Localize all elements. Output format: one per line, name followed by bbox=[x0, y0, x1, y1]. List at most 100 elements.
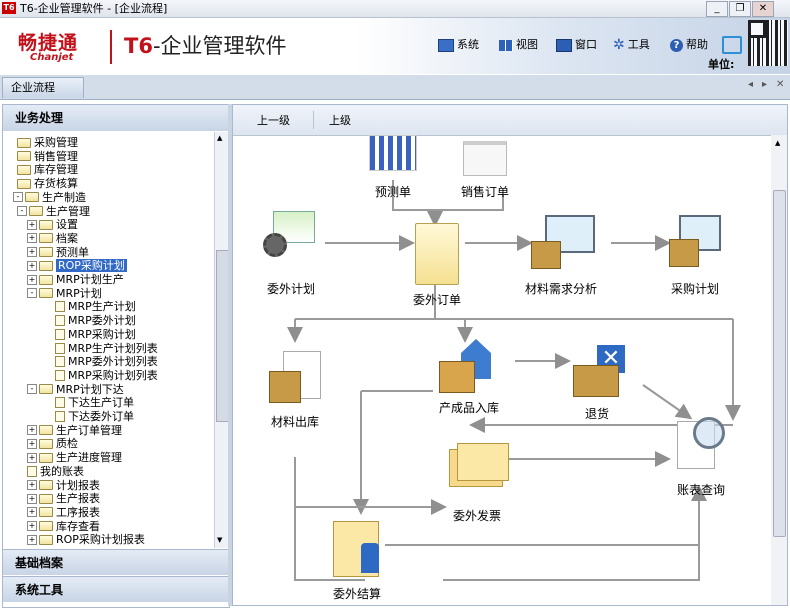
node-outsource-plan[interactable]: 委外计划 bbox=[267, 280, 315, 297]
tree-item[interactable]: - 生产管理 bbox=[17, 205, 90, 218]
expand-icon[interactable]: + bbox=[27, 521, 37, 532]
tree-item[interactable]: 我的账表 bbox=[27, 465, 84, 478]
tree-item[interactable]: + 生产进度管理 bbox=[27, 451, 122, 464]
node-report-query[interactable]: 账表查询 bbox=[677, 481, 725, 498]
section-business[interactable]: 业务处理 bbox=[3, 105, 229, 131]
expand-icon[interactable]: + bbox=[27, 274, 37, 285]
parent-level-button[interactable]: 上级 bbox=[329, 112, 351, 128]
section-system-tools[interactable]: 系统工具 bbox=[3, 576, 229, 602]
brand-cn: 畅捷通 bbox=[18, 32, 79, 54]
node-return[interactable]: 退货 bbox=[585, 405, 609, 422]
expand-icon[interactable]: + bbox=[27, 425, 37, 436]
close-button[interactable]: ✕ bbox=[752, 1, 774, 17]
tree-item[interactable]: 库存管理 bbox=[17, 163, 78, 176]
tree-item[interactable]: + 质检 bbox=[27, 437, 78, 450]
scroll-up-icon[interactable]: ▲ bbox=[775, 139, 780, 147]
tree-item[interactable]: 销售管理 bbox=[17, 150, 78, 163]
tree-item[interactable]: - MRP计划 bbox=[27, 287, 102, 300]
expand-icon[interactable]: + bbox=[27, 247, 37, 258]
expand-icon[interactable]: + bbox=[27, 233, 37, 244]
expand-icon[interactable]: + bbox=[27, 493, 37, 504]
collapse-icon[interactable]: - bbox=[27, 288, 37, 299]
tree-item[interactable]: MRP采购计划列表 bbox=[55, 369, 158, 382]
tree-item[interactable]: + 档案 bbox=[27, 232, 78, 245]
tab-scroll-right-icon[interactable]: ▸ bbox=[762, 79, 767, 90]
node-mrp[interactable]: 材料需求分析 bbox=[525, 280, 597, 297]
outsource-order-icon[interactable] bbox=[415, 223, 459, 285]
node-outsource-invoice[interactable]: 委外发票 bbox=[453, 507, 501, 524]
menu-tools[interactable]: ✲ 工具 bbox=[613, 37, 650, 53]
outsource-plan-icon[interactable] bbox=[263, 211, 315, 261]
tree-item[interactable]: + 预测单 bbox=[27, 246, 89, 259]
expand-icon[interactable]: + bbox=[27, 260, 37, 271]
return-icon[interactable]: ✕ bbox=[573, 345, 631, 397]
tree-item[interactable]: + ROP采购计划报表 bbox=[27, 533, 145, 546]
scroll-down-icon[interactable]: ▼ bbox=[217, 536, 222, 544]
menu-window[interactable]: 窗口 bbox=[556, 37, 597, 53]
chat-icon[interactable] bbox=[722, 36, 742, 54]
folder-icon bbox=[39, 507, 53, 518]
unit-label: 单位: bbox=[708, 58, 735, 71]
tree-scrollbar[interactable]: ▲ ▼ bbox=[214, 132, 229, 548]
expand-icon[interactable]: + bbox=[27, 452, 37, 463]
tree-item-label: MRP计划下达 bbox=[56, 382, 124, 396]
up-level-button[interactable]: 上一级 bbox=[257, 112, 290, 128]
flow-scrollbar[interactable]: ▲ bbox=[771, 135, 787, 605]
expand-icon[interactable]: + bbox=[27, 534, 37, 545]
product-in-icon[interactable] bbox=[439, 339, 495, 393]
node-forecast[interactable]: 预测单 bbox=[375, 183, 411, 200]
collapse-icon[interactable]: - bbox=[27, 384, 37, 395]
tree-item[interactable]: + 生产订单管理 bbox=[27, 424, 122, 437]
section-basic-archive[interactable]: 基础档案 bbox=[3, 549, 229, 575]
expand-icon[interactable]: + bbox=[27, 438, 37, 449]
tree-item[interactable]: MRP采购计划 bbox=[55, 328, 136, 341]
restore-button[interactable]: ❐ bbox=[729, 1, 751, 17]
node-material-out[interactable]: 材料出库 bbox=[271, 413, 319, 430]
grid-icon bbox=[499, 39, 513, 51]
tab-enterprise-flow[interactable]: 企业流程 bbox=[2, 77, 84, 98]
tree-item[interactable]: - 生产制造 bbox=[13, 191, 86, 204]
tree-item[interactable]: MRP委外计划列表 bbox=[55, 355, 158, 368]
tree-item[interactable]: 存货核算 bbox=[17, 177, 78, 190]
sales-order-icon[interactable] bbox=[463, 141, 507, 176]
tab-scroll-left-icon[interactable]: ◂ bbox=[748, 79, 753, 90]
tree-item[interactable]: + 计划报表 bbox=[27, 479, 100, 492]
node-purchase-plan[interactable]: 采购计划 bbox=[671, 280, 719, 297]
collapse-icon[interactable]: - bbox=[17, 206, 27, 216]
menu-system[interactable]: 系统 bbox=[438, 37, 479, 53]
node-sales-order[interactable]: 销售订单 bbox=[461, 183, 509, 200]
menu-help[interactable]: ? 帮助 bbox=[670, 37, 708, 53]
tree-item[interactable]: - MRP计划下达 bbox=[27, 383, 124, 396]
tree-item[interactable]: + 设置 bbox=[27, 218, 78, 231]
mrp-icon[interactable] bbox=[531, 215, 595, 269]
tab-close-icon[interactable]: ✕ bbox=[776, 79, 784, 90]
tree-item[interactable]: MRP委外计划 bbox=[55, 314, 136, 327]
tree-item[interactable]: + 生产报表 bbox=[27, 492, 100, 505]
expand-icon[interactable]: + bbox=[27, 219, 37, 230]
scroll-up-icon[interactable]: ▲ bbox=[217, 134, 222, 142]
tree-item[interactable]: MRP生产计划 bbox=[55, 300, 136, 313]
menu-view[interactable]: 视图 bbox=[499, 37, 538, 53]
purchase-plan-icon[interactable] bbox=[669, 215, 721, 267]
tree-item[interactable]: 采购管理 bbox=[17, 136, 78, 149]
node-product-in[interactable]: 产成品入库 bbox=[439, 399, 499, 416]
tree-item[interactable]: MRP生产计划列表 bbox=[55, 342, 158, 355]
tree-item[interactable]: 下达委外订单 bbox=[55, 410, 134, 423]
tree-item[interactable]: + ROP采购计划 bbox=[27, 259, 127, 273]
tree-item[interactable]: + 工序报表 bbox=[27, 506, 100, 519]
tree-item[interactable]: + MRP计划生产 bbox=[27, 273, 124, 286]
expand-icon[interactable]: + bbox=[27, 480, 37, 490]
outsource-settle-icon[interactable] bbox=[333, 521, 389, 577]
outsource-invoice-icon[interactable] bbox=[449, 443, 509, 487]
forecast-chart-icon[interactable] bbox=[369, 135, 417, 171]
flow-scroll-thumb[interactable] bbox=[773, 190, 786, 537]
report-query-icon[interactable] bbox=[677, 417, 727, 469]
node-outsource-settle[interactable]: 委外结算 bbox=[333, 585, 381, 602]
tree-item[interactable]: + 库存查看 bbox=[27, 520, 100, 533]
minimize-button[interactable]: _ bbox=[706, 1, 728, 17]
collapse-icon[interactable]: - bbox=[13, 192, 23, 203]
material-out-icon[interactable] bbox=[269, 351, 321, 405]
node-outsource-order[interactable]: 委外订单 bbox=[413, 291, 461, 308]
expand-icon[interactable]: + bbox=[27, 507, 37, 518]
tree-item[interactable]: 下达生产订单 bbox=[55, 396, 134, 409]
